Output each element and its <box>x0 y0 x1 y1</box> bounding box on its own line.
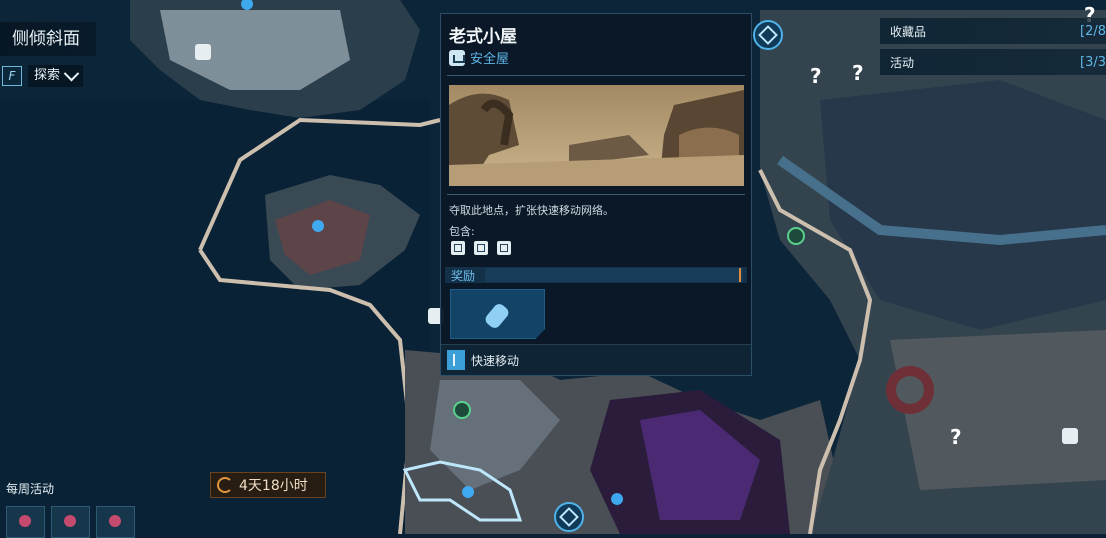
stat-label: 活动 <box>890 55 915 70</box>
divider <box>447 194 745 195</box>
explore-control[interactable]: F 探索 <box>0 64 84 88</box>
collectible-icon <box>451 241 465 255</box>
contains-icons <box>451 241 511 255</box>
popup-subtitle: 安全屋 <box>470 52 510 67</box>
fast-travel-token-icon <box>483 301 511 331</box>
popup-description: 夺取此地点，扩张快速移动网络。 <box>449 204 614 217</box>
explore-dropdown[interactable]: 探索 <box>28 65 84 87</box>
weekly-timer: 4天18小时 <box>210 472 326 498</box>
stat-collectibles[interactable]: 收藏品 [2/8 <box>880 18 1106 44</box>
stat-activities[interactable]: 活动 [3/3 <box>880 49 1106 75</box>
ammo-crate-icon <box>474 241 488 255</box>
weekly-activity-icon[interactable] <box>51 506 90 538</box>
popup-title: 老式小屋 <box>449 27 517 47</box>
popup-footer[interactable]: 快速移动 <box>441 344 751 375</box>
region-title: 侧倾斜面 <box>0 22 96 56</box>
timer-text: 4天18小时 <box>239 478 308 494</box>
divider <box>447 75 745 76</box>
chevron-down-icon <box>63 65 80 81</box>
footer-label: 快速移动 <box>471 353 520 368</box>
svg-text:?: ? <box>852 61 864 85</box>
location-popup: 老式小屋 安全屋 夺取此地点，扩张快速移动网络。 包含: 奖励 快速移动 <box>440 13 752 376</box>
location-thumbnail <box>449 85 744 186</box>
contains-label: 包含: <box>449 225 475 238</box>
stat-value: [2/8 <box>1080 23 1106 39</box>
reward-label: 奖励 <box>451 268 476 283</box>
reward-progress-bar <box>485 268 743 282</box>
svg-text:?: ? <box>950 425 962 449</box>
fast-travel-icon <box>447 350 465 370</box>
timer-icon <box>217 477 233 493</box>
weekly-activity-icons <box>6 506 135 538</box>
stat-label: 收藏品 <box>890 24 927 39</box>
stat-value: [3/3 <box>1080 54 1106 70</box>
svg-text:?: ? <box>810 64 822 88</box>
explore-key-badge: F <box>2 66 22 86</box>
weekly-activities-label: 每周活动 <box>6 482 55 496</box>
reward-item[interactable] <box>450 289 545 339</box>
reward-header: 奖励 <box>445 267 747 283</box>
weekly-activity-icon[interactable] <box>6 506 45 538</box>
safehouse-icon <box>449 49 465 66</box>
vending-machine-icon <box>497 241 511 255</box>
popup-subtitle-row: 安全屋 <box>449 48 509 67</box>
weekly-activity-icon[interactable] <box>96 506 135 538</box>
explore-label: 探索 <box>34 68 61 83</box>
